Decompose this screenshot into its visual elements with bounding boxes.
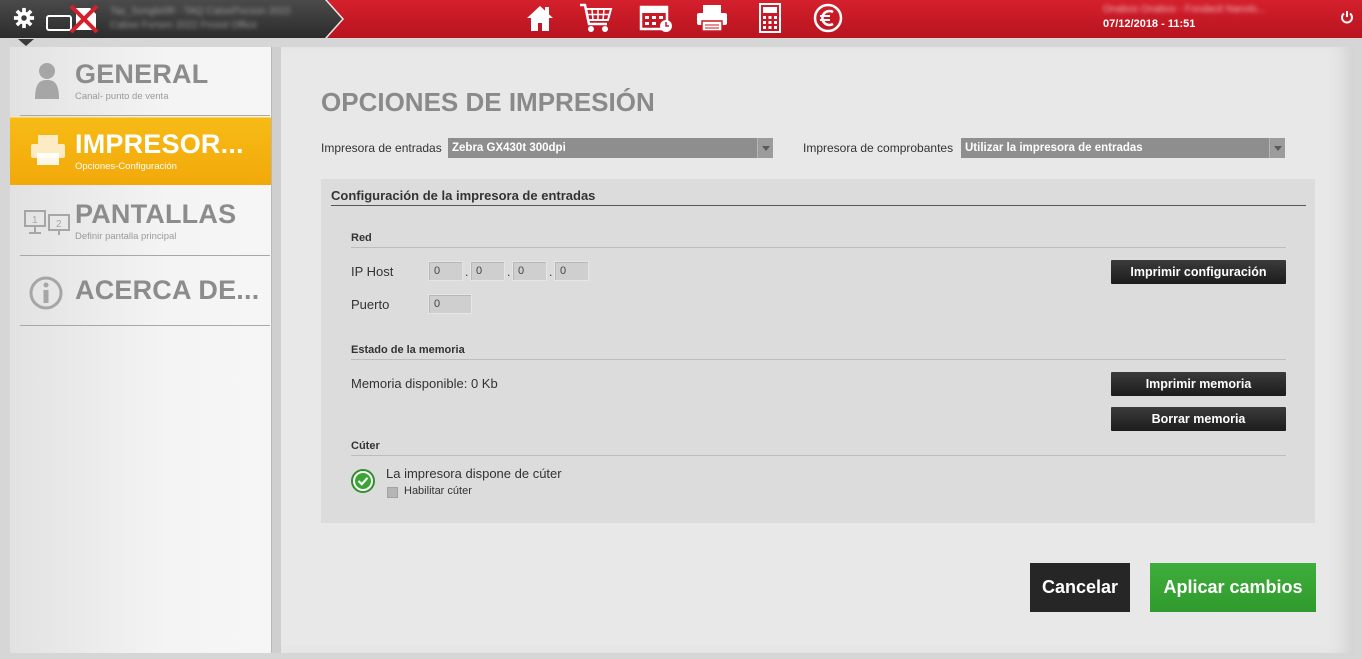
printer-config-panel: Configuración de la impresora de entrada… (321, 179, 1315, 523)
ticket-printer-value: Zebra GX430t 300dpi (452, 142, 566, 154)
config-divider (331, 205, 1306, 206)
sidebar-item-about[interactable]: ACERCA DE... (10, 257, 271, 325)
home-icon (527, 6, 553, 31)
sidebar-gutter (271, 47, 281, 653)
section-divider (351, 247, 1286, 248)
settings-tab-notch (18, 39, 34, 46)
port-label: Puerto (351, 297, 390, 312)
page-title: OPCIONES DE IMPRESIÓN (321, 87, 655, 117)
user-info: Onabos Onabos - Fondacit Nanols... (1103, 4, 1266, 15)
ip-separator: . (549, 265, 553, 279)
printer-icon (697, 5, 727, 32)
receipt-printer-value: Utilizar la impresora de entradas (965, 142, 1143, 154)
main-panel: OPCIONES DE IMPRESIÓN Impresora de entra… (281, 47, 1354, 653)
session-line-1: Tay_Songle0R - TAQ CatsePocson 2022 (110, 6, 291, 17)
session-line-2: Cabse Forsen 2022 Frosst Office (110, 20, 258, 31)
calculator-icon (759, 3, 781, 33)
chevron-down-icon[interactable] (1269, 138, 1285, 158)
svg-text:2: 2 (56, 219, 62, 230)
ticket-printer-label: Impresora de entradas (321, 141, 442, 155)
sidebar-divider (20, 115, 270, 116)
home-button[interactable] (518, 0, 562, 36)
top-bar: Tay_Songle0R - TAQ CatsePocson 2022 Cabs… (0, 0, 1362, 46)
network-section-title: Red (351, 232, 372, 244)
disconnected-printer-icon[interactable] (46, 5, 100, 33)
cart-icon (580, 3, 613, 32)
sidebar-item-title: PANTALLAS (75, 199, 237, 229)
sidebar: GENERAL Canal- punto de venta IMPRESOR..… (10, 47, 271, 653)
ip-octet-2-input[interactable]: 0 (470, 261, 505, 281)
calendar-button[interactable] (634, 0, 678, 36)
receipt-printer-select[interactable]: Utilizar la impresora de entradas (961, 138, 1285, 158)
sidebar-item-printers[interactable]: IMPRESOR... Opciones-Configuración (10, 117, 271, 185)
ip-octet-3-input[interactable]: 0 (512, 261, 547, 281)
chevron-down-icon[interactable] (757, 138, 773, 158)
cart-button[interactable] (574, 0, 618, 36)
apply-changes-button[interactable]: Aplicar cambios (1150, 563, 1316, 612)
cutter-section-title: Cúter (351, 440, 380, 452)
sidebar-item-subtitle: Opciones-Configuración (75, 161, 177, 172)
section-divider (351, 455, 1286, 456)
cutter-status-text: La impresora dispone de cúter (386, 466, 562, 481)
payment-button[interactable] (806, 0, 850, 36)
user-icon (35, 63, 59, 99)
power-icon[interactable] (1340, 10, 1354, 24)
datetime: 07/12/2018 - 11:51 (1103, 18, 1196, 30)
enable-cutter-label: Habilitar cúter (404, 485, 472, 497)
enable-cutter-checkbox[interactable] (387, 487, 398, 498)
ip-octet-4-input[interactable]: 0 (554, 261, 589, 281)
memory-section-title: Estado de la memoria (351, 344, 465, 356)
check-circle-icon (351, 469, 375, 493)
sidebar-item-subtitle: Definir pantalla principal (75, 231, 177, 242)
print-memory-button[interactable]: Imprimir memoria (1111, 372, 1286, 396)
sidebar-item-title: ACERCA DE... (75, 275, 260, 305)
sidebar-item-title: GENERAL (75, 59, 209, 89)
sidebar-item-general[interactable]: GENERAL Canal- punto de venta (10, 47, 271, 115)
ip-octet-1-input[interactable]: 0 (428, 261, 463, 281)
sidebar-divider (20, 325, 270, 326)
gear-icon[interactable] (13, 7, 35, 29)
euro-icon (813, 3, 843, 33)
config-title: Configuración de la impresora de entrada… (331, 188, 596, 203)
sidebar-item-title: IMPRESOR... (75, 129, 244, 159)
info-icon (29, 276, 63, 310)
calendar-icon (639, 5, 672, 32)
printer-icon (31, 135, 65, 165)
cancel-button[interactable]: Cancelar (1030, 563, 1130, 612)
print-config-button[interactable]: Imprimir configuración (1111, 260, 1286, 284)
ticket-printer-select[interactable]: Zebra GX430t 300dpi (448, 138, 773, 158)
memory-available-text: Memoria disponible: 0 Kb (351, 376, 498, 391)
receipt-printer-label: Impresora de comprobantes (803, 141, 954, 155)
sidebar-divider (20, 255, 270, 256)
svg-text:1: 1 (32, 215, 38, 226)
section-divider (351, 359, 1286, 360)
ip-host-label: IP Host (351, 264, 394, 279)
calculator-button[interactable] (748, 0, 792, 36)
printer-button[interactable] (690, 0, 734, 36)
sidebar-item-subtitle: Canal- punto de venta (75, 91, 169, 102)
clear-memory-button[interactable]: Borrar memoria (1111, 407, 1286, 431)
port-input[interactable]: 0 (428, 294, 472, 314)
ip-separator: . (507, 265, 511, 279)
ip-separator: . (465, 265, 469, 279)
dual-monitor-icon: 1 2 (24, 210, 70, 235)
sidebar-item-screens[interactable]: 1 2 PANTALLAS Definir pantalla principal (10, 187, 271, 255)
